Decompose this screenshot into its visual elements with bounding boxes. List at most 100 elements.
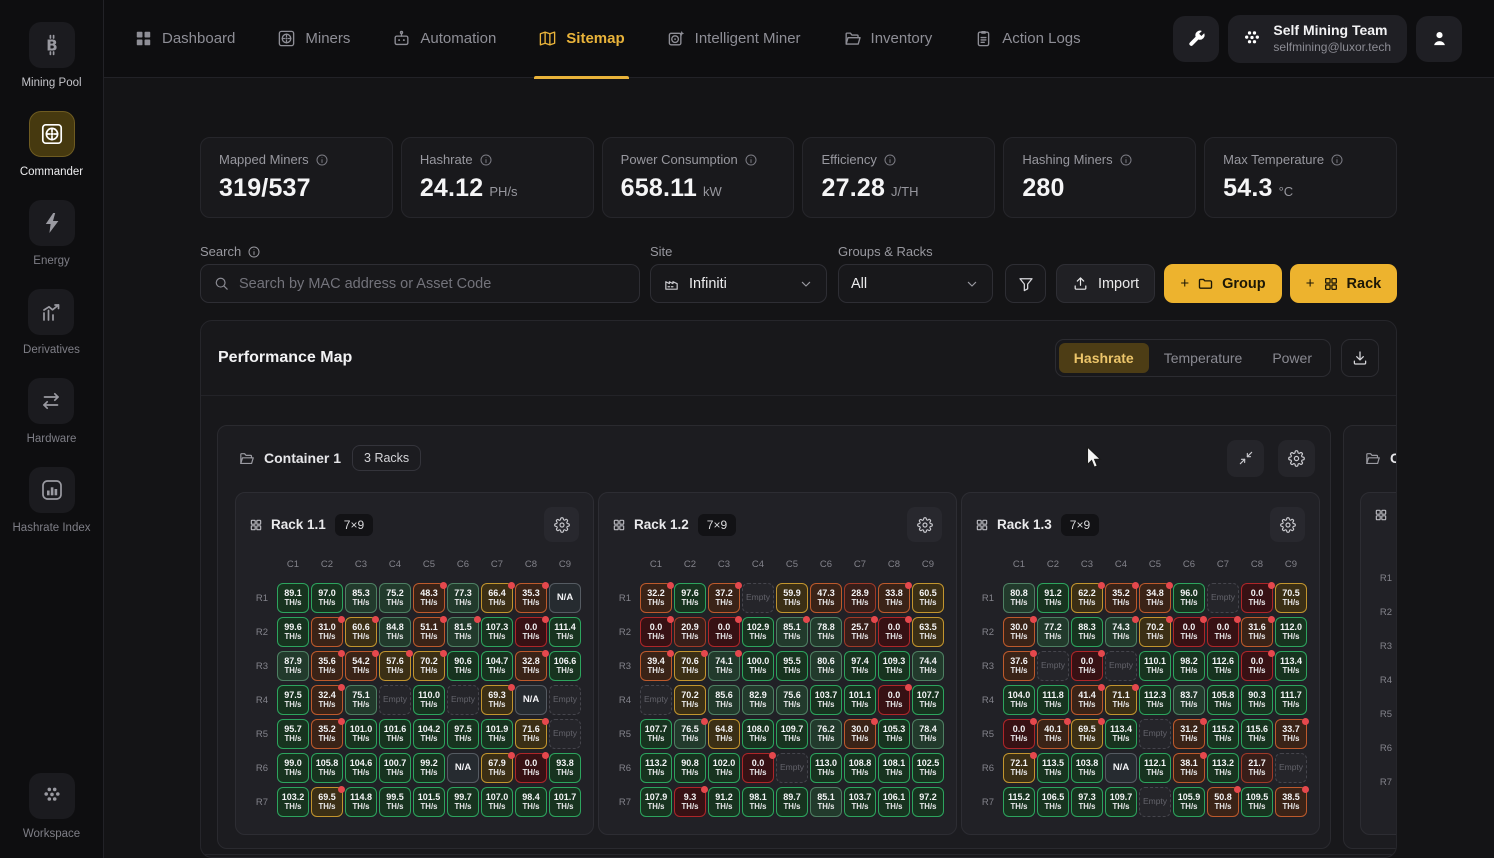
download-button[interactable] — [1341, 339, 1379, 377]
miner-cell[interactable]: 106.6TH/s — [549, 651, 581, 681]
miner-cell[interactable]: 34.8TH/s — [1139, 583, 1171, 613]
miner-cell[interactable]: 51.1TH/s — [413, 617, 445, 647]
rack-settings-button[interactable] — [907, 507, 942, 542]
miner-cell[interactable]: 99.0TH/s — [277, 753, 309, 783]
miner-cell[interactable]: 101.5TH/s — [413, 787, 445, 817]
miner-cell[interactable]: 99.5TH/s — [379, 787, 411, 817]
miner-cell[interactable]: 98.4TH/s — [515, 787, 547, 817]
miner-cell[interactable]: 93.8TH/s — [549, 753, 581, 783]
miner-cell[interactable]: Empty — [1105, 651, 1137, 681]
miner-cell[interactable]: 96.0TH/s — [1173, 583, 1205, 613]
miner-cell[interactable]: 108.8TH/s — [844, 753, 876, 783]
miner-cell[interactable]: 107.7TH/s — [912, 685, 944, 715]
miner-cell[interactable]: 112.1TH/s — [1139, 753, 1171, 783]
miner-cell[interactable]: 82.9TH/s — [742, 685, 774, 715]
miner-cell[interactable]: 21.7TH/s — [1241, 753, 1273, 783]
miner-cell[interactable]: 35.3TH/s — [515, 583, 547, 613]
miner-cell[interactable]: 37.2TH/s — [708, 583, 740, 613]
miner-cell[interactable]: 75.6TH/s — [776, 685, 808, 715]
miner-cell[interactable]: N/A — [549, 583, 581, 613]
miner-cell[interactable]: 0.0TH/s — [515, 753, 547, 783]
miner-cell[interactable]: 103.7TH/s — [844, 787, 876, 817]
nav-tab-miners[interactable]: Miners — [277, 0, 350, 78]
miner-cell[interactable]: 69.5TH/s — [311, 787, 343, 817]
miner-cell[interactable]: Empty — [742, 583, 774, 613]
miner-cell[interactable]: 102.9TH/s — [742, 617, 774, 647]
miner-cell[interactable]: 20.9TH/s — [674, 617, 706, 647]
miner-cell[interactable]: 70.2TH/s — [674, 685, 706, 715]
team-selector[interactable]: Self Mining Team selfmining@luxor.tech — [1228, 15, 1407, 63]
tools-wrench-button[interactable] — [1173, 16, 1219, 62]
miner-cell[interactable]: 100.7TH/s — [379, 753, 411, 783]
miner-cell[interactable]: 103.2TH/s — [277, 787, 309, 817]
miner-cell[interactable]: 99.2TH/s — [413, 753, 445, 783]
miner-cell[interactable]: 67.9TH/s — [481, 753, 513, 783]
collapse-button[interactable] — [1227, 440, 1264, 477]
user-profile-button[interactable] — [1416, 16, 1462, 62]
miner-cell[interactable]: 103.7TH/s — [810, 685, 842, 715]
miner-cell[interactable]: 57.6TH/s — [379, 651, 411, 681]
miner-cell[interactable]: 37.6TH/s — [1003, 651, 1035, 681]
miner-cell[interactable]: 112.3TH/s — [1139, 685, 1171, 715]
miner-cell[interactable]: 114.8TH/s — [345, 787, 377, 817]
miner-cell[interactable]: 113.4TH/s — [1105, 719, 1137, 749]
miner-cell[interactable]: 97.4TH/s — [844, 651, 876, 681]
miner-cell[interactable]: 91.2TH/s — [708, 787, 740, 817]
miner-cell[interactable]: 83.7TH/s — [1173, 685, 1205, 715]
miner-cell[interactable]: 97.5TH/s — [447, 719, 479, 749]
info-icon[interactable] — [247, 245, 261, 259]
miner-cell[interactable]: 106.5TH/s — [1037, 787, 1069, 817]
miner-cell[interactable]: 106.1TH/s — [878, 787, 910, 817]
filter-button[interactable] — [1005, 264, 1046, 303]
miner-cell[interactable]: 109.7TH/s — [776, 719, 808, 749]
miner-cell[interactable]: 101.0TH/s — [345, 719, 377, 749]
miner-cell[interactable]: 95.7TH/s — [277, 719, 309, 749]
miner-cell[interactable]: Empty — [640, 685, 672, 715]
miner-cell[interactable]: Empty — [447, 685, 479, 715]
miner-cell[interactable]: 70.2TH/s — [1139, 617, 1171, 647]
miner-cell[interactable]: 28.9TH/s — [844, 583, 876, 613]
miner-cell[interactable]: 75.2TH/s — [379, 583, 411, 613]
miner-cell[interactable]: 113.2TH/s — [640, 753, 672, 783]
miner-cell[interactable]: 113.4TH/s — [1275, 651, 1307, 681]
miner-cell[interactable]: 0.0TH/s — [1241, 651, 1273, 681]
miner-cell[interactable]: 71.6TH/s — [515, 719, 547, 749]
miner-cell[interactable]: 41.4TH/s — [1071, 685, 1103, 715]
miner-cell[interactable]: 87.9TH/s — [277, 651, 309, 681]
miner-cell[interactable]: 113.5TH/s — [1037, 753, 1069, 783]
miner-cell[interactable]: 35.6TH/s — [311, 651, 343, 681]
sidebar-item-derivatives[interactable]: Derivatives — [23, 289, 80, 356]
miner-cell[interactable]: 78.4TH/s — [912, 719, 944, 749]
miner-cell[interactable]: 76.2TH/s — [810, 719, 842, 749]
miner-cell[interactable]: 31.0TH/s — [311, 617, 343, 647]
miner-cell[interactable]: 107.0TH/s — [481, 787, 513, 817]
miner-cell[interactable]: 62.2TH/s — [1071, 583, 1103, 613]
miner-cell[interactable]: 109.5TH/s — [1241, 787, 1273, 817]
miner-cell[interactable]: 111.7TH/s — [1275, 685, 1307, 715]
miner-cell[interactable]: 97.5TH/s — [277, 685, 309, 715]
miner-cell[interactable]: 104.7TH/s — [481, 651, 513, 681]
miner-cell[interactable]: 76.5TH/s — [674, 719, 706, 749]
nav-tab-intelligent-miner[interactable]: Intelligent Miner — [667, 0, 801, 78]
miner-cell[interactable]: N/A — [1105, 753, 1137, 783]
rack-settings-button[interactable] — [1270, 507, 1305, 542]
miner-cell[interactable]: 69.5TH/s — [1071, 719, 1103, 749]
map-mode-power[interactable]: Power — [1257, 343, 1327, 373]
miner-cell[interactable]: 112.0TH/s — [1275, 617, 1307, 647]
miner-cell[interactable]: 31.2TH/s — [1173, 719, 1205, 749]
miner-cell[interactable]: 103.8TH/s — [1071, 753, 1103, 783]
miner-cell[interactable]: 113.0TH/s — [810, 753, 842, 783]
miner-cell[interactable]: 97.0TH/s — [311, 583, 343, 613]
miner-cell[interactable]: 74.4TH/s — [912, 651, 944, 681]
miner-cell[interactable]: 113.2TH/s — [1207, 753, 1239, 783]
miner-cell[interactable]: 101.1TH/s — [844, 685, 876, 715]
miner-cell[interactable]: 0.0TH/s — [1241, 583, 1273, 613]
miner-cell[interactable]: 85.1TH/s — [810, 787, 842, 817]
miner-cell[interactable]: 30.0TH/s — [844, 719, 876, 749]
add-group-button[interactable]: + Group — [1164, 264, 1282, 303]
miner-cell[interactable]: 39.4TH/s — [640, 651, 672, 681]
miner-cell[interactable]: 60.6TH/s — [345, 617, 377, 647]
groups-racks-select[interactable]: All — [838, 264, 993, 303]
nav-tab-action-logs[interactable]: Action Logs — [974, 0, 1080, 78]
miner-cell[interactable]: 115.6TH/s — [1241, 719, 1273, 749]
